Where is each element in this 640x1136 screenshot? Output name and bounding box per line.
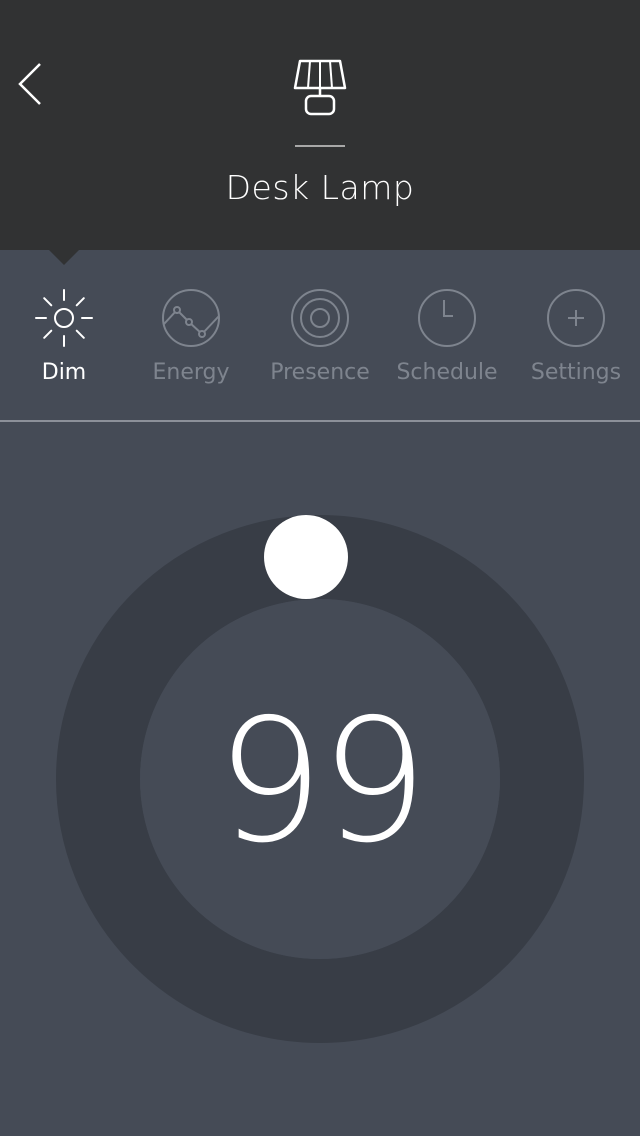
desk-lamp-icon <box>290 58 350 118</box>
tab-label: Dim <box>41 360 87 385</box>
dimmer-value: 99 <box>215 683 428 881</box>
concentric-circles-icon <box>288 286 352 350</box>
title-divider <box>295 145 345 147</box>
tab-settings[interactable]: Settings <box>512 286 640 396</box>
tab-schedule[interactable]: Schedule <box>383 286 511 396</box>
dimmer-dial[interactable]: 99 <box>55 514 585 1044</box>
plus-icon <box>544 286 608 350</box>
page-title: Desk Lamp <box>225 168 415 207</box>
header: Desk Lamp <box>0 0 640 250</box>
chevron-left-icon <box>10 56 54 112</box>
tab-label: Energy <box>152 360 230 385</box>
line-graph-icon <box>159 286 223 350</box>
dimmer-knob[interactable] <box>264 515 349 600</box>
back-button[interactable] <box>10 56 54 112</box>
sun-icon <box>32 286 96 350</box>
clock-icon <box>415 286 479 350</box>
tab-label: Settings <box>530 360 622 385</box>
tab-dim[interactable]: Dim <box>0 286 128 396</box>
tab-bar: Dim Energy Presence Schedule Settings <box>0 250 640 420</box>
tab-divider <box>0 420 640 422</box>
tab-presence[interactable]: Presence <box>256 286 384 396</box>
tab-label: Schedule <box>396 360 498 385</box>
tab-energy[interactable]: Energy <box>127 286 255 396</box>
tab-label: Presence <box>270 360 370 385</box>
